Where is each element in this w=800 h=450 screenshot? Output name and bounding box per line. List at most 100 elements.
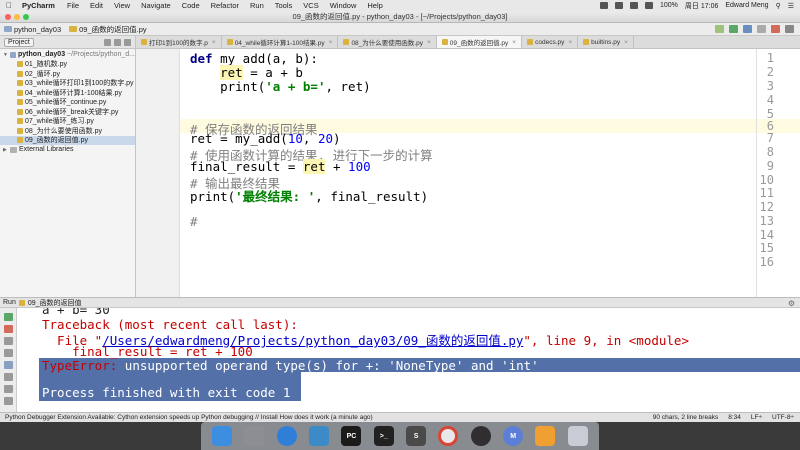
line-number: 10 [759,173,774,187]
tree-file[interactable]: 08_为什么要使用函数.py [0,126,135,136]
soft-wrap-icon[interactable] [4,373,13,381]
tree-file[interactable]: 02_循环.py [0,69,135,79]
console-error-line: TypeError: unsupported operand type(s) f… [42,358,539,373]
menu-file[interactable]: File [67,1,79,10]
menu-help[interactable]: Help [367,1,382,10]
menu-window[interactable]: Window [330,1,357,10]
close-tab-icon[interactable]: × [568,39,572,46]
close-window-button[interactable] [5,14,11,20]
collapse-icon[interactable] [114,38,121,46]
up-arrow-icon[interactable] [4,337,13,345]
tree-file-selected[interactable]: 09_函数的返回值.py [0,135,135,145]
file-encoding[interactable]: UTF-8÷ [772,414,794,421]
tree-file[interactable]: 07_while循环_练习.py [0,117,135,127]
breadcrumb-file[interactable]: 09_函数的返回值.py [69,24,147,35]
close-tab-icon[interactable]: × [512,39,516,46]
cursor-position[interactable]: 8:34 [728,414,741,421]
search-icon[interactable] [785,25,794,33]
sublime-text-icon[interactable]: S [406,426,427,446]
dock: PC >_ S M [201,422,599,450]
close-tab-icon[interactable]: × [427,39,431,46]
menu-run[interactable]: Run [250,1,264,10]
mindnode-icon[interactable]: M [503,426,524,446]
sync-icon[interactable] [104,38,111,46]
tree-file[interactable]: 03_while循环打印1到100的数字.py [0,79,135,89]
list-icon[interactable]: ☰ [788,2,794,10]
stop-icon[interactable] [4,325,13,333]
close-tab-icon[interactable]: × [329,39,333,46]
menu-refactor[interactable]: Refactor [211,1,239,10]
clock[interactable]: 周日 17:06 [685,1,718,11]
volume-icon[interactable] [645,2,653,9]
apple-icon[interactable]:  [6,1,12,10]
tree-file[interactable]: 05_while循环_continue.py [0,98,135,108]
status-message[interactable]: Python Debugger Extension Available: Cyt… [5,414,373,421]
breadcrumb-project[interactable]: python_day03 [4,25,61,34]
terminal-icon[interactable]: >_ [373,426,394,446]
project-view-selector[interactable]: Project [4,37,34,47]
pycharm-icon[interactable]: PC [341,426,362,446]
user-name[interactable]: Edward Meng [725,2,768,9]
close-tab-icon[interactable]: × [624,39,628,46]
run-config-icon[interactable] [715,25,724,33]
pages-icon[interactable] [535,426,556,446]
safari-icon[interactable] [276,426,297,446]
trash-icon[interactable] [4,397,13,405]
menu-app-name[interactable]: PyCharm [22,1,55,10]
zoom-window-button[interactable] [23,14,29,20]
tab-codecs[interactable]: codecs.py × [522,36,579,48]
run-console[interactable]: a + b= 30 Traceback (most recent call la… [17,308,800,412]
code-editor[interactable]: 1 2 3 4 5 6 7 8 9 10 11 12 13 14 15 16 d… [136,49,800,297]
folder-icon [4,26,12,32]
close-tab-icon[interactable]: × [212,39,216,46]
spotlight-icon[interactable]: ⚲ [776,2,781,10]
menu-code[interactable]: Code [182,1,200,10]
run-icon[interactable] [729,25,738,33]
tree-root[interactable]: ▼ python_day03 ~/Projects/python_d... [0,50,135,60]
memory-icon[interactable] [615,2,623,9]
debug-icon[interactable] [743,25,752,33]
run-config-name[interactable]: 09_函数的返回值 [28,298,82,308]
line-number: 14 [759,228,774,242]
tab-04[interactable]: 04_while循环计算1-100结果.py × [222,36,339,48]
rerun-icon[interactable] [4,313,13,321]
run-panel-title[interactable]: Run [3,299,16,306]
tab-09-active[interactable]: 09_函数的返回值.py × [436,36,523,48]
battery-percent[interactable]: 100% [660,2,678,9]
expand-arrow-icon[interactable]: ▼ [3,52,8,58]
tree-file[interactable]: 01_随机数.py [0,60,135,70]
tab-builtins[interactable]: builtins.py × [578,36,634,48]
expand-arrow-icon[interactable]: ▶ [3,147,8,153]
menu-navigate[interactable]: Navigate [141,1,171,10]
down-arrow-icon[interactable] [4,349,13,357]
tree-file[interactable]: 06_while循环_break关键字.py [0,107,135,117]
file-label: 06_while循环_break关键字.py [25,108,119,116]
menu-view[interactable]: View [114,1,130,10]
chrome-icon[interactable] [438,426,459,446]
settings-gear-icon[interactable] [124,38,131,46]
menu-edit[interactable]: Edit [90,1,103,10]
tab-03[interactable]: 打印1到100的数字.p × [136,36,222,48]
stop-icon[interactable] [771,25,780,33]
finder-icon[interactable] [212,426,233,446]
wechat-icon[interactable] [600,2,608,9]
trash-icon[interactable] [567,426,588,446]
tree-external-libraries[interactable]: ▶ External Libraries [0,145,135,155]
tab-08[interactable]: 08_为什么要使用函数.py × [338,36,437,48]
tab-label: codecs.py [535,38,565,46]
obs-icon[interactable] [470,426,491,446]
tab-label: 08_为什么要使用函数.py [351,40,423,47]
coverage-icon[interactable] [757,25,766,33]
preview-icon[interactable] [309,426,330,446]
menu-tools[interactable]: Tools [275,1,293,10]
wifi-icon[interactable] [630,2,638,9]
menu-vcs[interactable]: VCS [303,1,318,10]
tree-file[interactable]: 04_while循环计算1-100结果.py [0,88,135,98]
python-file-icon [226,39,233,45]
print-icon[interactable] [4,385,13,393]
launchpad-icon[interactable] [244,426,265,446]
line-separator[interactable]: LF÷ [751,414,762,421]
pause-icon[interactable] [4,361,13,369]
settings-gear-icon[interactable]: ⚙ [788,299,795,308]
minimize-window-button[interactable] [14,14,20,20]
